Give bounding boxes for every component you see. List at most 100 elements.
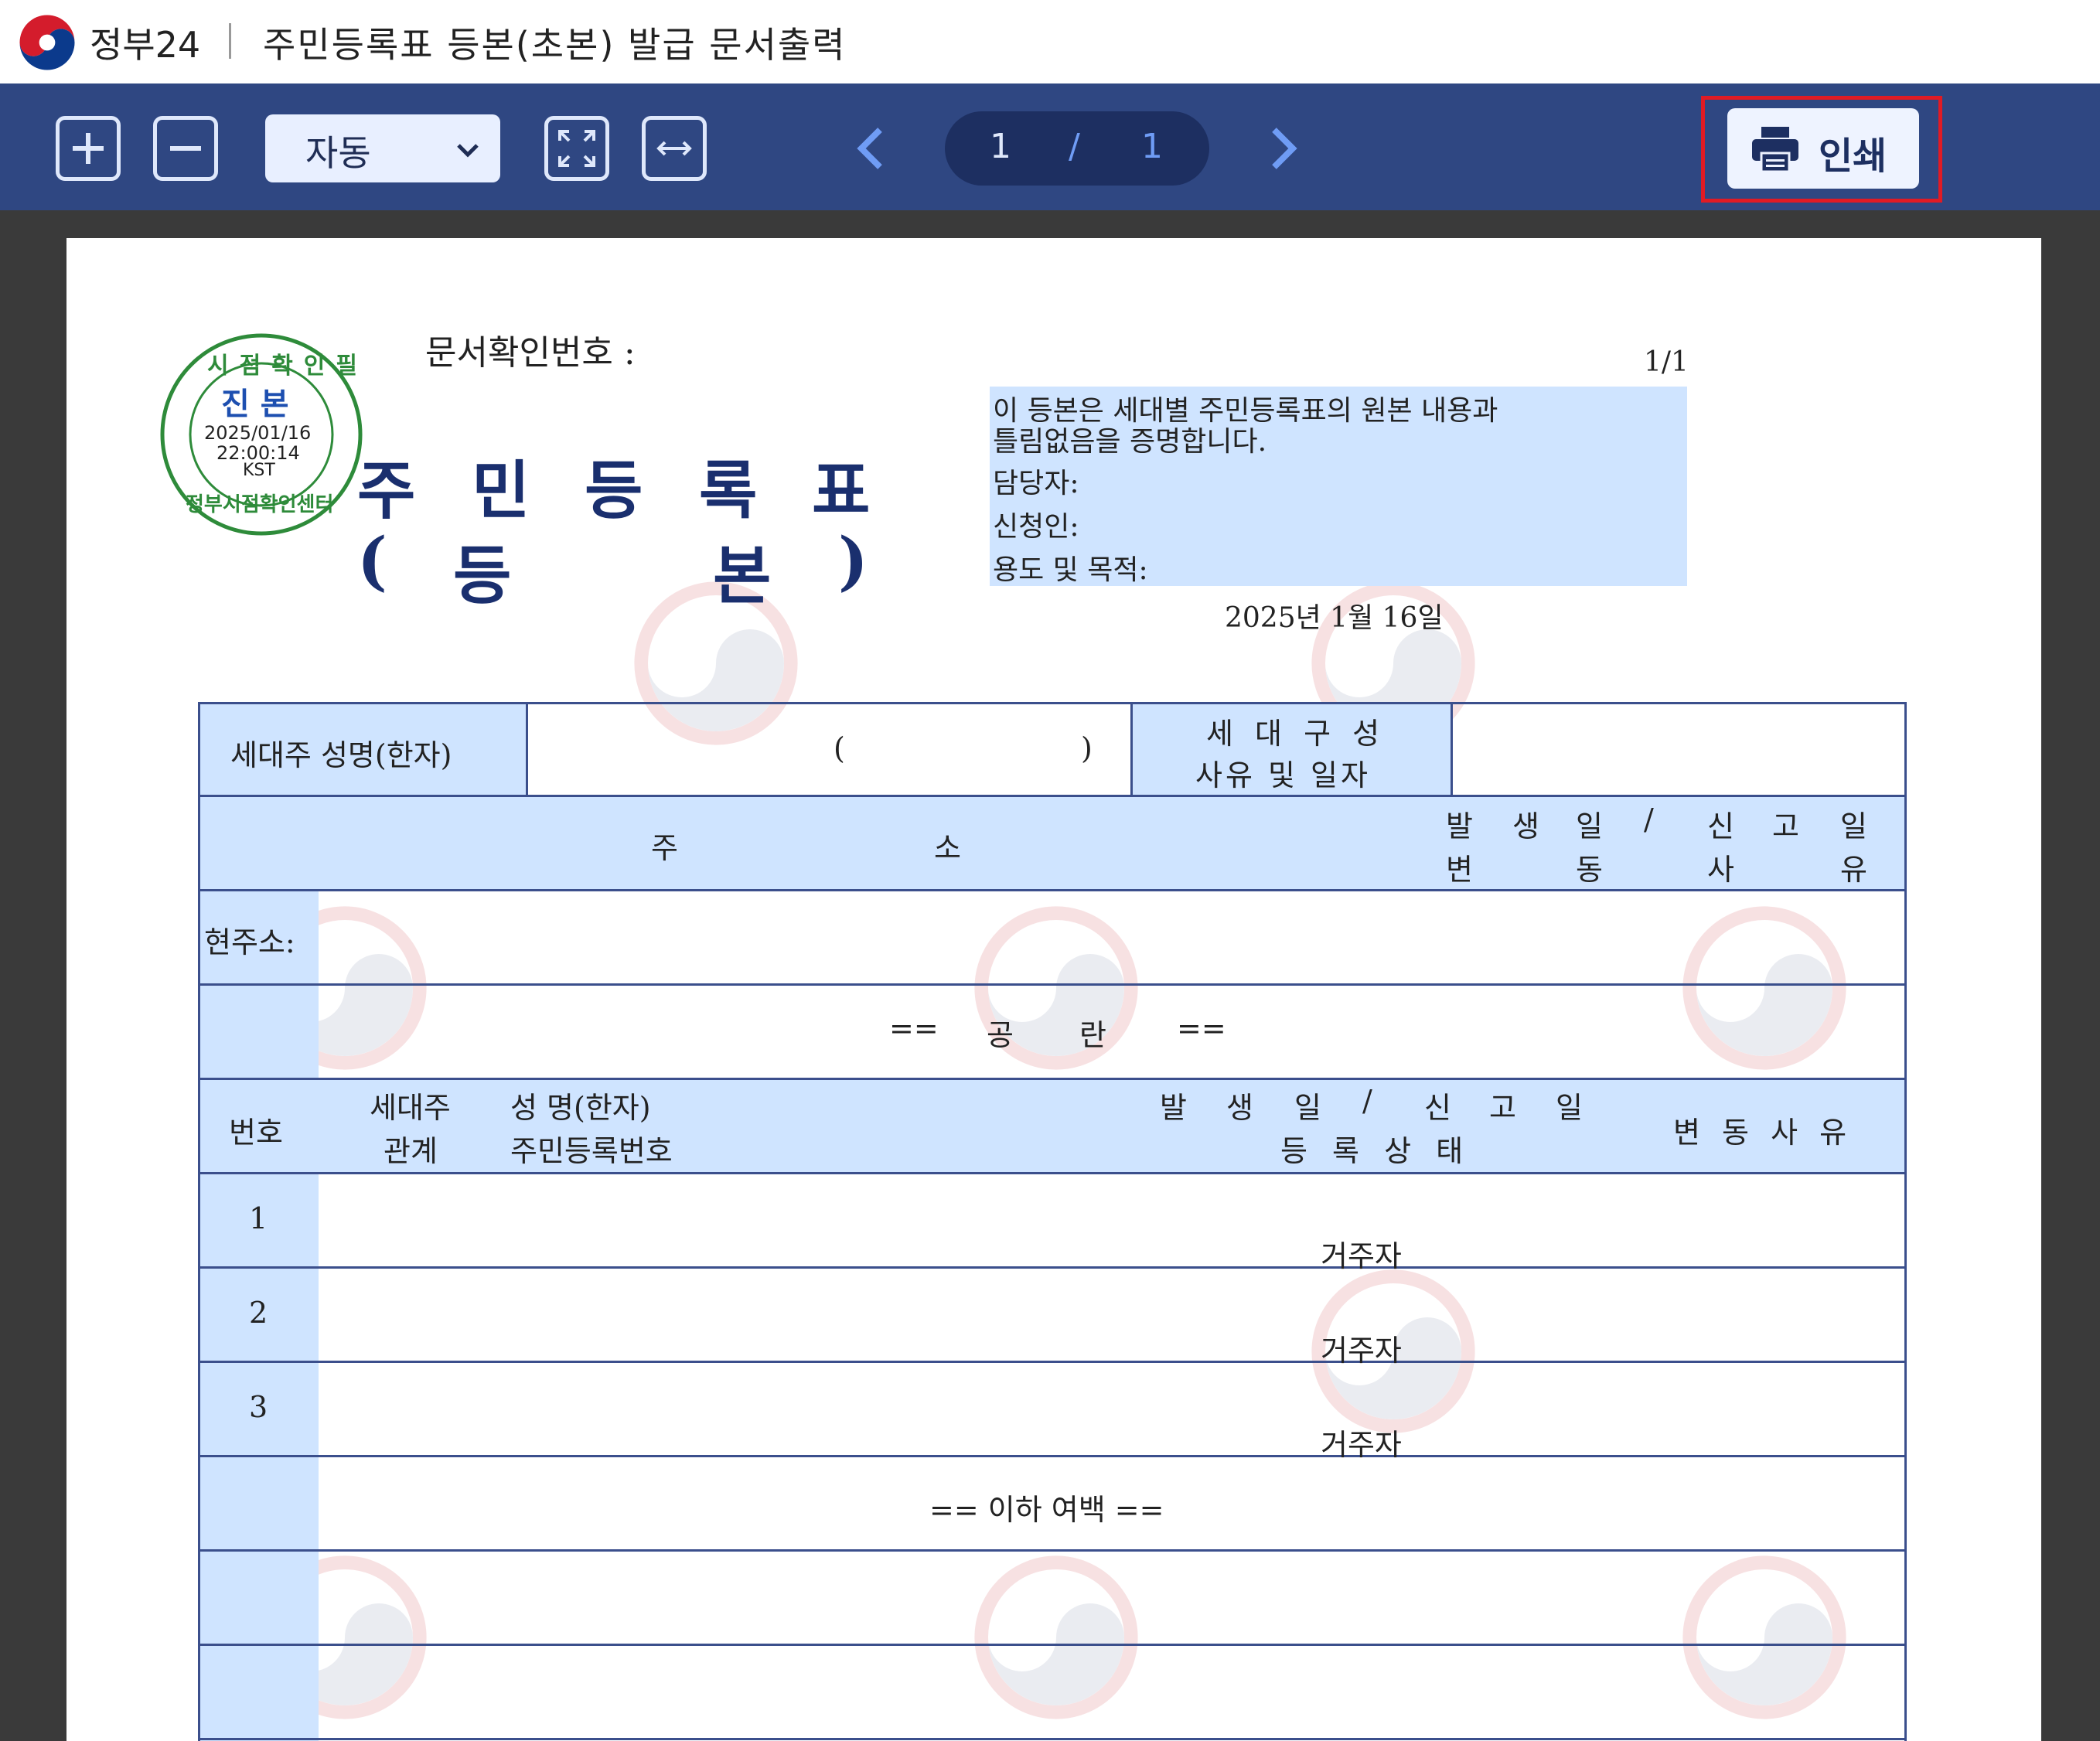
col-reason-header: 변 동 사 유 xyxy=(1673,1116,1853,1150)
col-name-header: 성 명(한자) xyxy=(510,1091,651,1125)
table-rule xyxy=(198,702,1907,704)
viewer-toolbar: 자동 1 / 1 인쇄 xyxy=(0,83,2100,210)
address-date-label: 일 xyxy=(1576,809,1603,843)
table-rule xyxy=(198,1361,1907,1363)
title-bar: 정부24 주민등록표 등본(초본) 발급 문서출력 xyxy=(0,0,2100,83)
seal-timezone: KST xyxy=(243,461,275,480)
cert-officer-label: 담당자: xyxy=(993,468,1079,499)
gov24-logo-icon xyxy=(19,15,75,70)
row-status: 거주자 xyxy=(1321,1239,1402,1273)
address-header-label: 소 xyxy=(934,831,961,865)
printer-icon xyxy=(1752,127,1798,173)
head-name-paren-open: ( xyxy=(834,731,845,765)
address-date-label: 일 xyxy=(1840,809,1867,843)
address-reason-label: 사 xyxy=(1707,853,1734,887)
subtitle-char: 등 xyxy=(453,539,512,613)
fit-page-button[interactable] xyxy=(544,116,609,181)
col-date-header: 일 xyxy=(1294,1091,1321,1125)
household-reason-label: 세 대 구 성 xyxy=(1206,717,1386,751)
row-no: 3 xyxy=(249,1390,268,1424)
next-page-button[interactable] xyxy=(1259,125,1305,172)
subtitle-char: ( xyxy=(357,524,387,598)
print-button[interactable]: 인쇄 xyxy=(1727,108,1919,189)
table-rule xyxy=(198,795,1907,797)
document-page-number: 1/1 xyxy=(1644,346,1689,378)
zoom-select-value: 자동 xyxy=(305,132,371,174)
cert-applicant-label: 신청인: xyxy=(993,511,1079,543)
seal-bottom-text: 정부시점확인센터 xyxy=(186,493,334,516)
table-rule xyxy=(198,1078,1907,1080)
fit-width-icon xyxy=(656,141,692,156)
row-status: 거주자 xyxy=(1321,1334,1402,1368)
table-rule xyxy=(198,983,1907,986)
col-date-header: 고 xyxy=(1489,1091,1516,1125)
page-indicator: 1 / 1 xyxy=(945,111,1209,186)
row-no: 2 xyxy=(249,1296,268,1330)
table-rule xyxy=(198,1644,1907,1646)
table-rule xyxy=(198,1172,1907,1174)
table-rule xyxy=(198,1455,1907,1457)
address-reason-label: 유 xyxy=(1840,853,1867,887)
row-status: 거주자 xyxy=(1321,1428,1402,1462)
document-page: 시점확인필 진 본 2025/01/16 22:00:14 KST 정부시점확인… xyxy=(66,238,2041,1741)
cert-purpose-label: 용도 및 목적: xyxy=(993,554,1148,586)
chevron-down-icon xyxy=(457,144,479,158)
address-date-label: 신 xyxy=(1707,809,1734,843)
seal-top-text: 시점확인필 xyxy=(207,353,368,380)
residents-table: 세대주 성명(한자) ( ) 세 대 구 성 사유 및 일자 주 소 발 생 일… xyxy=(198,702,1907,1741)
cert-line: 틀림없음을 증명합니다. xyxy=(993,426,1267,458)
col-status-header: 등 록 상 태 xyxy=(1280,1134,1471,1168)
end-of-list-marker: == 이하 여백 == xyxy=(929,1493,1164,1527)
table-rule xyxy=(1904,702,1907,1741)
address-date-label: 생 xyxy=(1512,809,1539,843)
table-rule xyxy=(198,889,1907,891)
table-rule xyxy=(198,702,200,1741)
blank-marker: == xyxy=(889,1011,939,1045)
table-rule xyxy=(1451,702,1453,796)
title-char: 등 xyxy=(585,454,643,528)
zoom-select[interactable]: 자동 xyxy=(265,114,500,182)
title-char: 표 xyxy=(812,454,871,528)
page-separator: / xyxy=(1069,127,1080,166)
table-rule xyxy=(198,1549,1907,1552)
head-name-paren-close: ) xyxy=(1081,731,1093,765)
member-header-row xyxy=(198,1079,1907,1174)
zoom-out-button[interactable] xyxy=(153,116,218,181)
col-date-header: 신 xyxy=(1424,1091,1451,1125)
app-name: 정부24 xyxy=(90,24,201,66)
col-relation-header: 관계 xyxy=(384,1134,438,1168)
address-date-label: 고 xyxy=(1772,809,1799,843)
table-rule xyxy=(198,1738,1907,1740)
certification-box: 이 등본은 세대별 주민등록표의 원본 내용과 틀림없음을 증명합니다. 담당자… xyxy=(990,387,1687,586)
print-button-label: 인쇄 xyxy=(1819,135,1887,178)
blank-marker: == xyxy=(1177,1011,1226,1045)
window-title: 주민등록표 등본(초본) 발급 문서출력 xyxy=(263,24,847,66)
blank-marker: 공 xyxy=(987,1018,1014,1052)
document-confirm-label: 문서확인번호 : xyxy=(425,333,636,373)
document-viewer[interactable]: 시점확인필 진 본 2025/01/16 22:00:14 KST 정부시점확인… xyxy=(0,210,2100,1741)
table-rule xyxy=(198,1266,1907,1269)
member-no-column xyxy=(198,1174,319,1741)
col-rrn-header: 주민등록번호 xyxy=(510,1134,673,1168)
title-char: 주 xyxy=(357,454,416,528)
page-current[interactable]: 1 xyxy=(990,127,1011,166)
subtitle-char: ) xyxy=(838,524,868,598)
minus-icon xyxy=(170,146,201,151)
address-date-label: 발 xyxy=(1446,809,1473,843)
title-char: 록 xyxy=(699,454,758,528)
page-total: 1 xyxy=(1141,127,1163,166)
seal-center-text: 진 본 xyxy=(221,387,289,422)
table-rule xyxy=(1130,702,1133,796)
prev-page-button[interactable] xyxy=(849,125,895,172)
col-date-header: 일 xyxy=(1556,1091,1583,1125)
timestamp-seal: 시점확인필 진 본 2025/01/16 22:00:14 KST 정부시점확인… xyxy=(158,331,365,538)
address-date-label: / xyxy=(1644,802,1654,836)
col-no-header: 번호 xyxy=(229,1116,283,1150)
current-address-label: 현주소: xyxy=(204,925,295,959)
zoom-in-button[interactable] xyxy=(56,116,121,181)
title-separator xyxy=(229,23,231,59)
blank-marker: 란 xyxy=(1079,1018,1106,1052)
address-reason-label: 동 xyxy=(1576,853,1603,887)
issue-date: 2025년 1월 16일 xyxy=(1225,602,1444,634)
fit-width-button[interactable] xyxy=(642,116,707,181)
